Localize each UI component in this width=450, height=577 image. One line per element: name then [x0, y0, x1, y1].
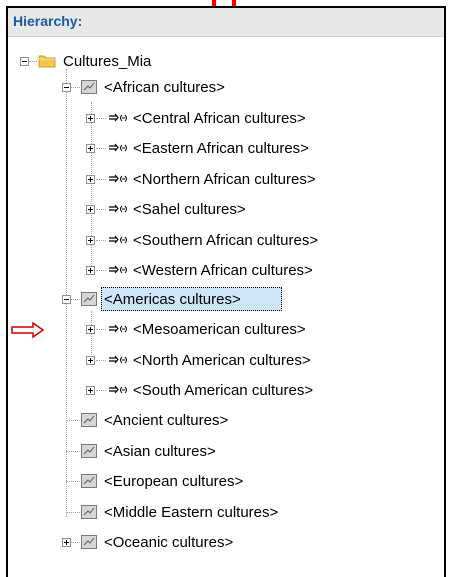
collapse-toggle[interactable]: [62, 295, 71, 304]
tree-item-north-american[interactable]: <North American cultures>: [133, 347, 311, 373]
chart-icon: [81, 444, 97, 458]
tree-item-western-african[interactable]: <Western African cultures>: [133, 257, 313, 283]
tree-line: [96, 390, 106, 391]
link-icon: [109, 355, 127, 364]
tree-item-eastern-african[interactable]: <Eastern African cultures>: [133, 135, 309, 161]
chart-icon: [81, 474, 97, 488]
tree-item-root[interactable]: Cultures_Mia: [63, 48, 151, 74]
tree-item-label: <Sahel cultures>: [133, 200, 246, 218]
tree-line: [96, 329, 106, 330]
tree-item-label: <South American cultures>: [133, 381, 314, 399]
tree-item-label: <Northern African cultures>: [133, 170, 316, 188]
tree-line: [96, 360, 106, 361]
tree-item-european[interactable]: <European cultures>: [104, 468, 243, 494]
expand-toggle[interactable]: [86, 386, 95, 395]
link-icon: [109, 113, 127, 122]
expand-toggle[interactable]: [86, 325, 95, 334]
tree-item-mesoamerican[interactable]: <Mesoamerican cultures>: [133, 316, 306, 342]
tree-line: [71, 542, 80, 543]
tree-item-label: <Americas cultures>: [104, 290, 241, 308]
tree-item-label: <Oceanic cultures>: [104, 533, 234, 551]
tree-item-americas[interactable]: <Americas cultures>: [104, 286, 241, 312]
tree-item-middle-eastern[interactable]: <Middle Eastern cultures>: [104, 499, 278, 525]
tree-item-south-american[interactable]: <South American cultures>: [133, 377, 313, 403]
tree-line: [96, 240, 106, 241]
link-icon: [109, 143, 127, 152]
link-icon: [109, 204, 127, 213]
tree-line: [66, 451, 80, 452]
tree-item-label: Cultures_Mia: [63, 52, 152, 70]
tree-item-central-african[interactable]: <Central African cultures>: [133, 105, 306, 131]
expand-toggle[interactable]: [86, 114, 95, 123]
tree-item-label: <Middle Eastern cultures>: [104, 503, 279, 521]
chart-icon: [81, 80, 97, 94]
tree-line: [66, 69, 67, 517]
expand-toggle[interactable]: [86, 175, 95, 184]
expand-toggle[interactable]: [62, 538, 71, 547]
panel-header: Hierarchy:: [8, 8, 444, 37]
tree-line: [71, 87, 80, 88]
expand-toggle[interactable]: [86, 144, 95, 153]
tree-line: [66, 481, 80, 482]
tree-item-label: <Eastern African cultures>: [133, 139, 309, 157]
tree-item-label: <Southern African cultures>: [133, 231, 319, 249]
link-icon: [109, 324, 127, 333]
chart-icon: [81, 535, 97, 549]
folder-icon: [38, 55, 56, 68]
chart-icon: [81, 292, 97, 306]
tree-item-sahel[interactable]: <Sahel cultures>: [133, 196, 246, 222]
tree-line: [66, 512, 80, 513]
tree-item-label: <North American cultures>: [133, 351, 311, 369]
collapse-toggle[interactable]: [62, 83, 71, 92]
tree-item-ancient[interactable]: <Ancient cultures>: [104, 407, 228, 433]
tree-line: [66, 420, 80, 421]
tree-item-label: <European cultures>: [104, 472, 244, 490]
tree-line: [91, 311, 92, 361]
tree-item-southern-african[interactable]: <Southern African cultures>: [133, 227, 318, 253]
tree-line: [29, 61, 37, 62]
tree-item-oceanic[interactable]: <Oceanic cultures>: [104, 529, 233, 555]
expand-toggle[interactable]: [86, 236, 95, 245]
tree-line: [96, 118, 106, 119]
tree-item-label: <Ancient cultures>: [104, 411, 229, 429]
expand-toggle[interactable]: [86, 266, 95, 275]
expand-toggle[interactable]: [86, 205, 95, 214]
expand-toggle[interactable]: [86, 356, 95, 365]
tree-line: [96, 179, 106, 180]
tree-line: [96, 270, 106, 271]
collapse-toggle[interactable]: [20, 57, 29, 66]
tree-item-label: <Central African cultures>: [133, 109, 306, 127]
tree-line: [96, 209, 106, 210]
link-icon: [109, 385, 127, 394]
tree-line: [71, 299, 80, 300]
tree-item-african[interactable]: <African cultures>: [104, 74, 225, 100]
chart-icon: [81, 413, 97, 427]
chart-icon: [81, 505, 97, 519]
panel-title: Hierarchy:: [13, 13, 83, 29]
tree-item-northern-african[interactable]: <Northern African cultures>: [133, 166, 316, 192]
tree-item-asian[interactable]: <Asian cultures>: [104, 438, 216, 464]
tree-item-label: <Western African cultures>: [133, 261, 313, 279]
tree-item-label: <African cultures>: [104, 78, 225, 96]
link-icon: [109, 174, 127, 183]
link-icon: [109, 235, 127, 244]
arrow-icon: [11, 322, 45, 338]
tree-item-label: <Mesoamerican cultures>: [133, 320, 306, 338]
tree-item-label: <Asian cultures>: [104, 442, 216, 460]
tree-line: [96, 148, 106, 149]
link-icon: [109, 265, 127, 274]
